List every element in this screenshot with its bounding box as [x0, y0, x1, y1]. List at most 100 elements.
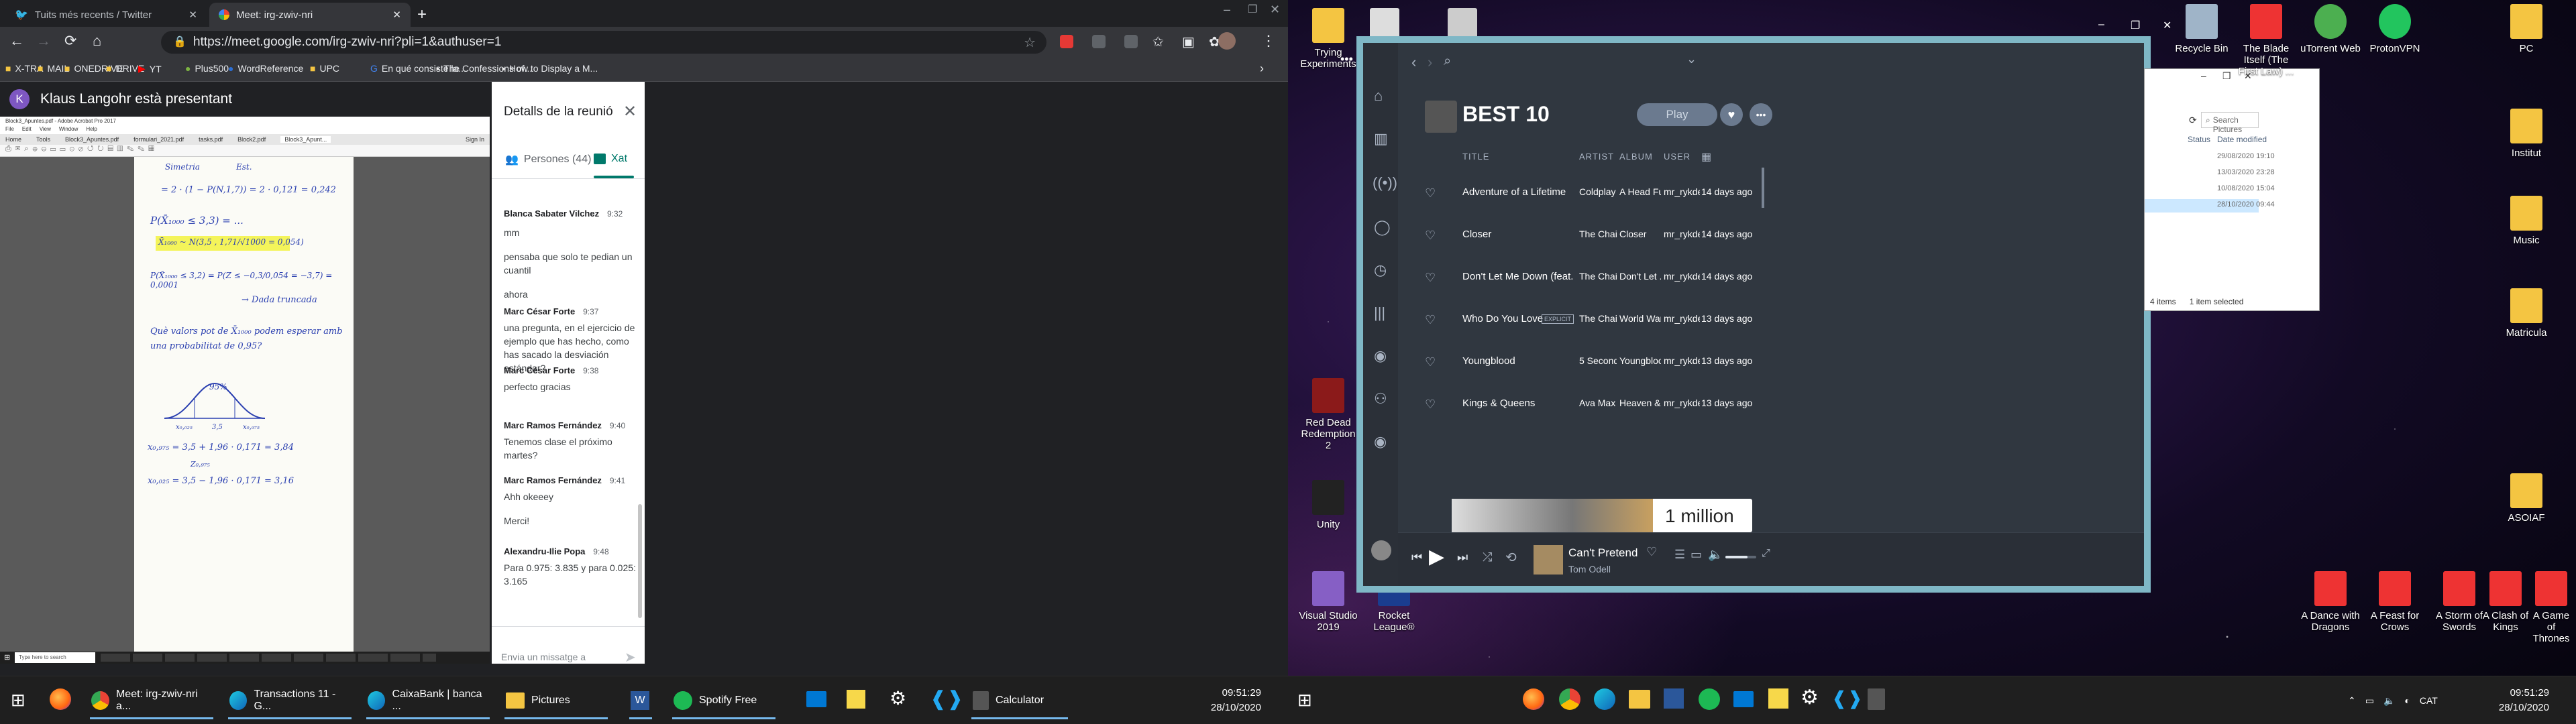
more-icon[interactable]: •••	[1750, 103, 1772, 126]
desktop-icon-protonvpn[interactable]: ProtonVPN	[2364, 4, 2426, 54]
desktop-icon-institut[interactable]: Institut	[2496, 109, 2557, 159]
volume-icon[interactable]: 🔈	[1708, 548, 1723, 562]
start-icon[interactable]: ⊞	[1297, 690, 1312, 711]
notification-icon[interactable]: ◐	[2404, 695, 2410, 706]
pdf-tab[interactable]: formulari_2021.pdf	[133, 136, 184, 143]
play-button[interactable]: Play	[1637, 103, 1717, 126]
minimize-button[interactable]: –	[2201, 70, 2206, 81]
minimize-button[interactable]: –	[2098, 19, 2104, 31]
explorer-search[interactable]: ⌕ Search Pictures	[2201, 112, 2259, 134]
mail-icon[interactable]	[806, 691, 826, 707]
desktop-icon-visual-studio[interactable]: Visual Studio 2019	[1297, 571, 1359, 633]
desktop-icon-pc[interactable]: PC	[2496, 4, 2557, 54]
column-artist[interactable]: ARTIST	[1579, 152, 1614, 162]
menu-item[interactable]: View	[40, 126, 51, 134]
settings-icon[interactable]: ⚙	[890, 687, 906, 709]
next-icon[interactable]: ⏭	[1457, 550, 1468, 564]
taskbar-item-spotify[interactable]: Spotify Free	[667, 682, 781, 719]
taskbar-clock[interactable]: 09:51:29 28/10/2020	[1211, 686, 1261, 715]
chevron-right-icon[interactable]: ›	[1260, 62, 1264, 76]
user-add-icon[interactable]: ⚇	[1374, 390, 1387, 408]
track-album[interactable]: A Head Ful...	[1619, 186, 1661, 197]
promo-banner[interactable]: 1 million	[1452, 499, 1752, 532]
queue-icon[interactable]: ☰	[1674, 548, 1685, 562]
back-icon[interactable]: ←	[9, 32, 24, 50]
user-icon[interactable]: ◯	[1374, 219, 1391, 236]
desktop-icon-utorrent[interactable]: uTorrent Web	[2300, 4, 2361, 54]
folder-icon[interactable]	[1629, 690, 1650, 709]
taskbar-clock[interactable]: 09:51:29 28/10/2020	[2499, 686, 2549, 715]
desktop-icon-unity[interactable]: Unity	[1297, 480, 1359, 530]
extension-icon[interactable]	[1124, 35, 1138, 48]
inner-search-box[interactable]: Type here to search	[15, 652, 95, 663]
track-artist[interactable]: The Chain...	[1579, 313, 1617, 324]
profile-avatar[interactable]	[1218, 32, 1236, 50]
pdf-tab[interactable]: tasks.pdf	[199, 136, 223, 143]
app-icon[interactable]	[1448, 8, 1477, 43]
track-album[interactable]: World War ...	[1619, 313, 1661, 324]
menu-item[interactable]: Edit	[22, 126, 32, 134]
star-icon[interactable]: ☆	[1024, 34, 1036, 51]
address-bar[interactable]: 🔒 https://meet.google.com/irg-zwiv-nri?p…	[161, 31, 1046, 54]
pdf-file-icon[interactable]	[1370, 8, 1399, 43]
now-playing-artist[interactable]: Tom Odell	[1568, 564, 1611, 575]
volume-icon[interactable]: 🔈	[2383, 695, 2395, 707]
collections-icon[interactable]: ▣	[1182, 34, 1195, 50]
heart-icon[interactable]: ♡	[1425, 398, 1436, 412]
refresh-icon[interactable]: ⟳	[2189, 115, 2197, 126]
desktop-icon-storm-swords[interactable]: A Storm of Swords	[2428, 571, 2490, 633]
track-user[interactable]: mr_rykdel	[1664, 186, 1700, 197]
desktop-icon-music[interactable]: Music	[2496, 196, 2557, 246]
edge-icon[interactable]	[1594, 688, 1615, 710]
spotify-icon[interactable]	[1699, 688, 1720, 710]
track-row[interactable]: ♡ Don't Let Me Down (feat. Daya) The Cha…	[1398, 257, 1774, 300]
track-artist[interactable]: Coldplay	[1579, 186, 1617, 197]
home-icon[interactable]: ⌂	[93, 32, 101, 50]
bookmark-how-to-display[interactable]: ▪ How to Display a M...	[502, 63, 598, 74]
devices-icon[interactable]: ▭	[1690, 548, 1702, 562]
bookmark-plus500[interactable]: ● Plus500	[185, 63, 229, 74]
desktop-icon-clash-kings[interactable]: A Clash of Kings	[2482, 571, 2529, 633]
track-artist[interactable]: Ava Max	[1579, 398, 1617, 408]
bookmark-yt[interactable]: ▶ YT	[138, 63, 162, 74]
menu-item[interactable]: Window	[59, 126, 78, 134]
track-album[interactable]: Don't Let ...	[1619, 271, 1661, 282]
column-date-modified[interactable]: Date modified	[2217, 135, 2267, 144]
menu-item[interactable]: Help	[86, 126, 97, 134]
reload-icon[interactable]: ⟳	[64, 32, 76, 50]
menu-dots-icon[interactable]: •••	[1340, 52, 1353, 66]
track-row[interactable]: ♡ Youngblood 5 Seconds... Youngbloo... m…	[1398, 342, 1774, 384]
radio-icon[interactable]: ▥	[1374, 130, 1388, 147]
extension-icon[interactable]	[1060, 35, 1073, 48]
heart-icon[interactable]: ♡	[1425, 355, 1436, 369]
chevron-up-icon[interactable]: ⌃	[2348, 695, 2356, 707]
track-row[interactable]: ♡ Kings & Queens Ava Max Heaven & ... mr…	[1398, 384, 1774, 426]
podcast-icon[interactable]: ◉	[1374, 433, 1387, 450]
column-title[interactable]: TITLE	[1462, 152, 1489, 162]
calculator-icon[interactable]	[1868, 688, 1885, 710]
chat-scrollbar[interactable]	[638, 504, 642, 618]
back-icon[interactable]: ‹	[1411, 54, 1416, 71]
desktop-icon-dance-dragons[interactable]: A Dance with Dragons	[2300, 571, 2361, 633]
track-artist[interactable]: 5 Seconds...	[1579, 355, 1617, 366]
pdf-tab[interactable]: Tools	[36, 136, 50, 143]
shuffle-icon[interactable]: ⤮	[1483, 550, 1492, 564]
track-album[interactable]: Closer	[1619, 229, 1661, 239]
album-art[interactable]	[1534, 545, 1563, 575]
desktop-icon-asoiaf[interactable]: ASOIAF	[2496, 473, 2557, 524]
pdf-tab[interactable]: Home	[5, 136, 21, 143]
heart-icon[interactable]: ♡	[1646, 545, 1657, 559]
home-icon[interactable]: ⌂	[1374, 87, 1383, 105]
tab-people[interactable]: 👥 Persones (44)	[505, 153, 591, 166]
close-icon[interactable]: ✕	[392, 9, 401, 21]
track-row[interactable]: ♡ Closer The Chain... Closer mr_rykdel 1…	[1398, 215, 1774, 257]
disc-icon[interactable]: ◉	[1374, 347, 1387, 365]
library-icon[interactable]: |||	[1374, 304, 1385, 322]
windows-icon[interactable]: ⊞	[4, 653, 10, 662]
forward-icon[interactable]: →	[36, 32, 51, 50]
start-icon[interactable]: ⊞	[11, 690, 25, 711]
taskbar-item-pictures[interactable]: Pictures	[499, 682, 613, 719]
search-icon[interactable]: ⌕	[1444, 54, 1451, 69]
taskbar-item-meet[interactable]: Meet: irg-zwiv-nri a...	[85, 682, 219, 719]
tracklist-scrollbar[interactable]	[1762, 168, 1764, 208]
